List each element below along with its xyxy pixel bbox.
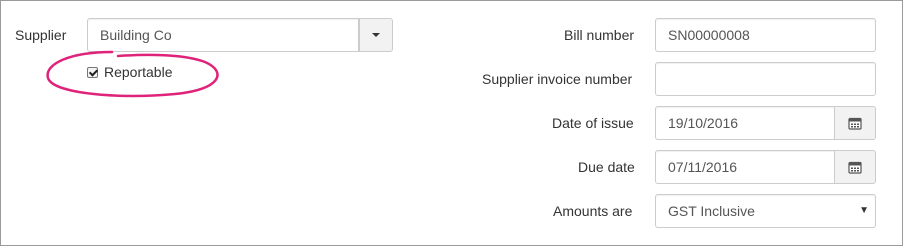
reportable-label: Reportable	[104, 64, 173, 80]
bill-number-input[interactable]	[655, 18, 876, 52]
due-date-label: Due date	[578, 159, 635, 175]
select-arrow-icon: ▼	[859, 205, 869, 216]
date-of-issue-label: Date of issue	[552, 115, 634, 131]
supplier-invoice-number-label: Supplier invoice number	[482, 71, 633, 87]
reportable-checkbox-row[interactable]: Reportable	[87, 64, 173, 80]
due-date-calendar-button[interactable]	[834, 150, 876, 184]
supplier-invoice-number-input[interactable]	[655, 62, 876, 96]
date-of-issue-input[interactable]	[655, 106, 835, 140]
supplier-dropdown-button[interactable]	[359, 18, 393, 52]
supplier-combobox-input[interactable]	[87, 18, 359, 52]
date-of-issue-calendar-button[interactable]	[834, 106, 876, 140]
supplier-label: Supplier	[15, 27, 67, 43]
reportable-checkbox[interactable]	[87, 66, 98, 78]
calendar-icon	[848, 117, 862, 130]
amounts-are-label: Amounts are	[553, 203, 633, 219]
due-date-input[interactable]	[655, 150, 835, 184]
amounts-are-select[interactable]: GST Inclusive ▼	[655, 194, 876, 228]
bill-number-label: Bill number	[564, 27, 635, 43]
caret-down-icon	[372, 33, 380, 37]
amounts-are-selected-value: GST Inclusive	[668, 203, 755, 219]
calendar-icon	[848, 161, 862, 174]
